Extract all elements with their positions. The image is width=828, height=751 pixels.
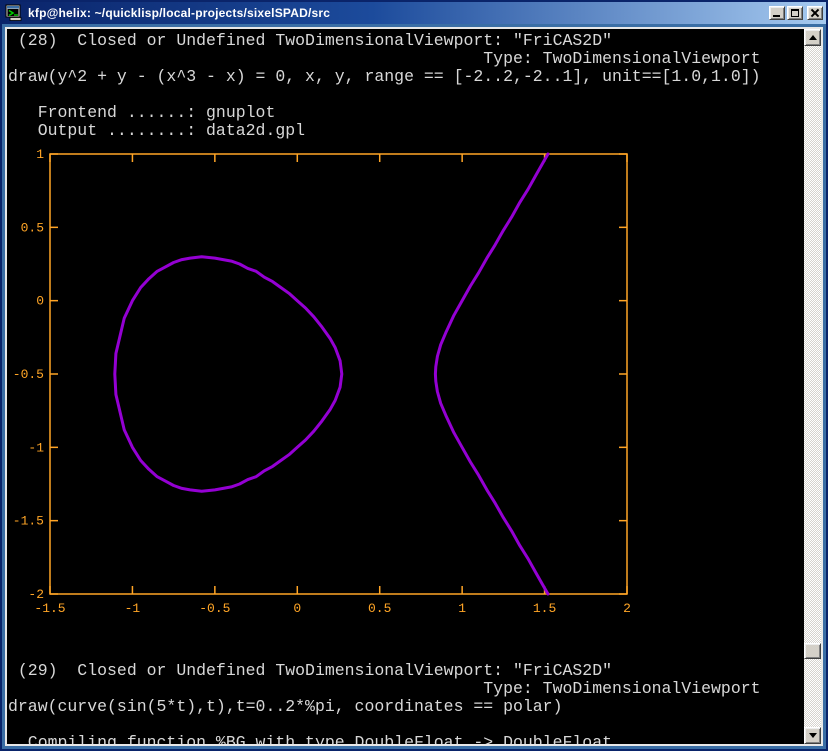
plot-canvas: -1.5 -1 -0.5 0 0.5 1 1.5 210.50-0.5-1-1.5-2 [13, 147, 631, 616]
putty-window: kfp@helix: ~/quicklisp/local-projects/si… [0, 0, 828, 751]
minimize-button[interactable] [769, 6, 785, 20]
frontend-info-block: Frontend ......: gnuplot Output ........… [8, 104, 305, 140]
scroll-down-button[interactable] [804, 727, 821, 744]
y-tick-label: 1 [36, 147, 44, 162]
scroll-up-button[interactable] [804, 29, 821, 46]
curve-oval-component [113, 255, 344, 493]
x-tick-label: -1 [125, 601, 141, 616]
curve-open-branch [433, 152, 550, 596]
maximize-icon [791, 9, 799, 17]
window-frame: (28) Closed or Undefined TwoDimensionalV… [2, 24, 826, 749]
maximize-button[interactable] [787, 6, 803, 20]
close-button[interactable] [807, 6, 823, 20]
output-29-block: (29) Closed or Undefined TwoDimensionalV… [8, 662, 761, 716]
output-28-block: (28) Closed or Undefined TwoDimensionalV… [8, 32, 761, 86]
x-tick-label: -0.5 [199, 601, 230, 616]
x-tick-label: 1.5 [533, 601, 556, 616]
x-tick-label: 0.5 [368, 601, 391, 616]
y-tick-label: -1 [28, 440, 44, 455]
y-tick-label: 0.5 [21, 220, 44, 235]
title-bar[interactable]: kfp@helix: ~/quicklisp/local-projects/si… [2, 2, 826, 24]
terminal-line-type: Type: TwoDimensionalViewport [8, 49, 761, 68]
arrow-up-icon [808, 35, 817, 40]
y-tick-label: -2 [28, 587, 44, 602]
x-tick-label: 2 [623, 601, 631, 616]
minimize-icon [773, 15, 780, 17]
gnuplot-sixel-plot: -1.5 -1 -0.5 0 0.5 1 1.5 2 1 0.5 0 -0.5 -1 -1.5 -2 [7, 144, 667, 622]
compiling-block: Compiling function %BG with type DoubleF… [8, 733, 612, 745]
terminal-line-command: draw(y^2 + y - (x^3 - x) = 0, x, y, rang… [8, 67, 761, 86]
terminal-line-command: draw(curve(sin(5*t),t),t=0..2*%pi, coord… [8, 697, 563, 716]
compiling-line: Compiling function %BG with type DoubleF… [8, 733, 612, 745]
plot-frame [49, 153, 628, 595]
terminal-line: (28) Closed or Undefined TwoDimensionalV… [8, 31, 612, 50]
x-tick-label: 0 [293, 601, 301, 616]
window-title: kfp@helix: ~/quicklisp/local-projects/si… [28, 6, 331, 20]
y-tick-label: -1.5 [13, 514, 44, 529]
client-area: (28) Closed or Undefined TwoDimensionalV… [7, 29, 821, 744]
putty-terminal-icon [5, 4, 22, 21]
terminal-line: (29) Closed or Undefined TwoDimensionalV… [8, 661, 612, 680]
arrow-down-icon [808, 733, 817, 738]
output-file-line: Output ........: data2d.gpl [8, 121, 306, 140]
vertical-scrollbar[interactable] [804, 29, 821, 744]
y-tick-label: -0.5 [13, 367, 44, 382]
x-tick-label: -1.5 [34, 601, 65, 616]
scrollbar-thumb[interactable] [804, 643, 821, 659]
frontend-line: Frontend ......: gnuplot [8, 103, 276, 122]
y-tick-label: 0 [36, 294, 44, 309]
terminal-screen[interactable]: (28) Closed or Undefined TwoDimensionalV… [7, 29, 804, 744]
x-tick-label: 1 [458, 601, 466, 616]
terminal-line-type: Type: TwoDimensionalViewport [8, 679, 761, 698]
